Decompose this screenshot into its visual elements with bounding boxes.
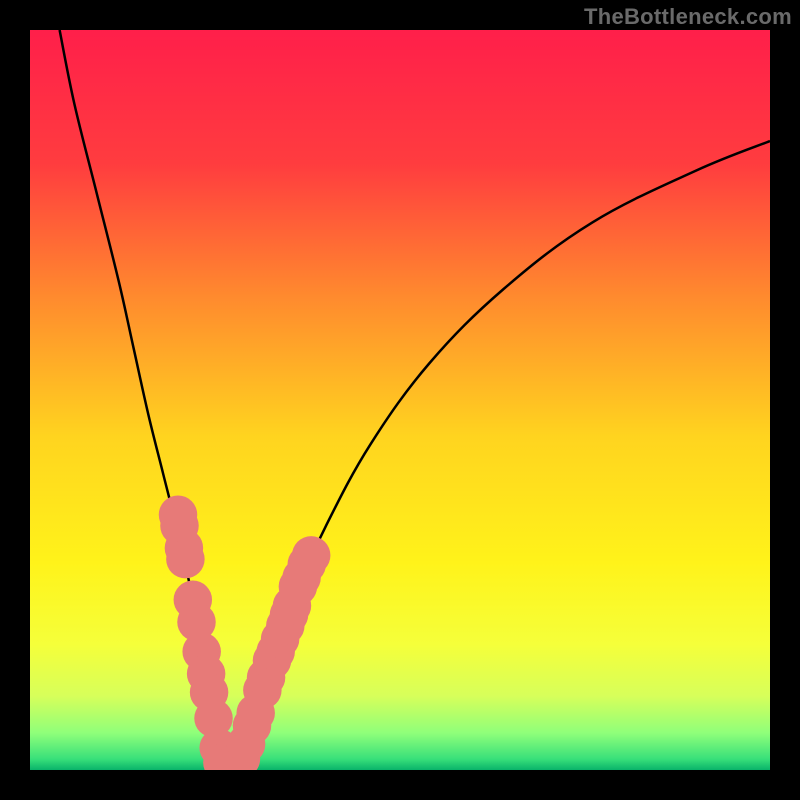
data-marker xyxy=(166,540,204,578)
data-marker xyxy=(292,536,330,574)
stage: TheBottleneck.com xyxy=(0,0,800,800)
bottleneck-chart xyxy=(30,30,770,770)
attribution-text: TheBottleneck.com xyxy=(584,4,792,30)
